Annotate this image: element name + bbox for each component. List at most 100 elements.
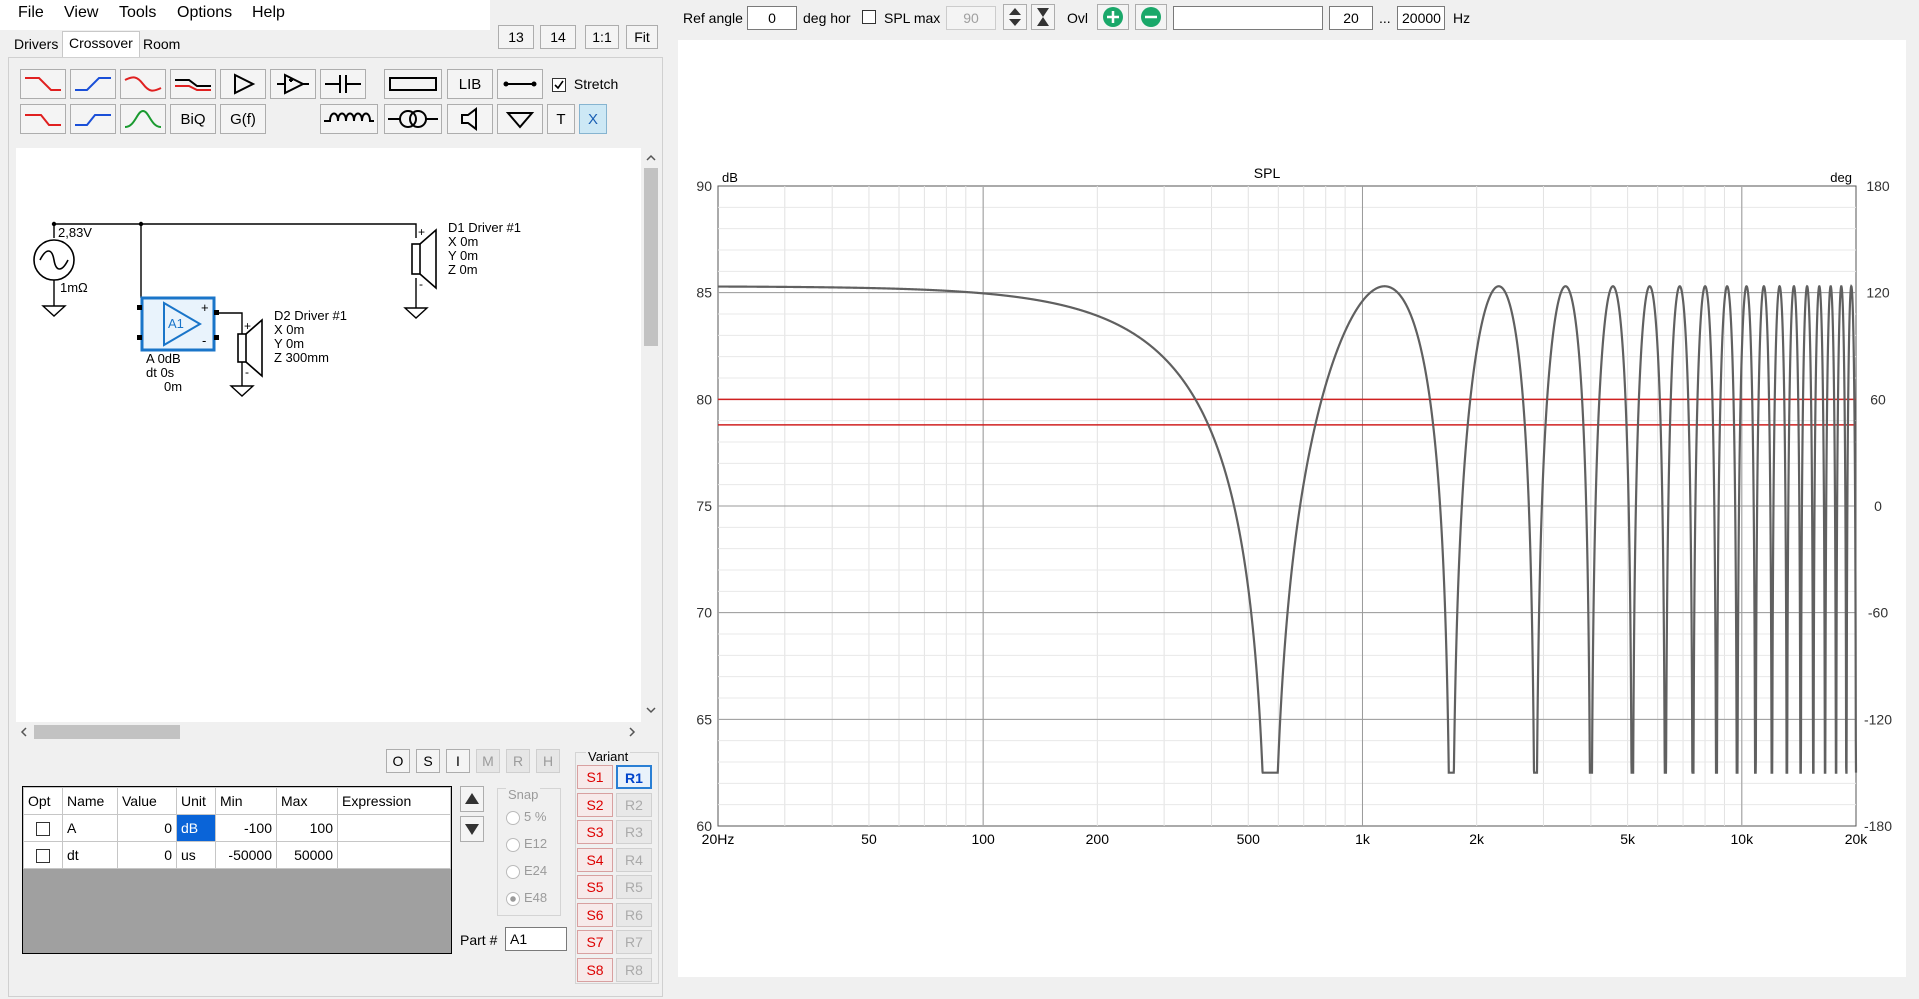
wire-tool-button[interactable] [497, 69, 543, 99]
scroll-up-icon[interactable] [646, 154, 656, 161]
inductor-tool-button[interactable] [320, 104, 378, 134]
schematic-vertical-scrollbar[interactable] [641, 148, 661, 723]
amplifier-tool-button[interactable] [220, 69, 266, 99]
biquad-button[interactable]: BiQ [170, 104, 216, 134]
tab-crossover[interactable]: Crossover [62, 31, 140, 58]
spin-fit-button[interactable] [1031, 4, 1055, 30]
param-value[interactable]: 0 [117, 814, 177, 842]
param-min[interactable]: -100 [215, 814, 277, 842]
variant-s7-button[interactable]: S7 [577, 930, 613, 954]
highpass2-tool-button[interactable] [70, 104, 116, 134]
param-value[interactable]: 0 [117, 841, 177, 869]
variant-s4-button[interactable]: S4 [577, 848, 613, 872]
variant-s3-button[interactable]: S3 [577, 820, 613, 844]
param-max[interactable]: 50000 [276, 841, 338, 869]
snap-option-e24[interactable]: E24 [506, 863, 547, 879]
opt-checkbox[interactable] [36, 822, 50, 837]
move-up-button[interactable] [460, 786, 484, 812]
table-row[interactable]: dt 0 us -50000 50000 [23, 841, 451, 869]
bandpass-tool-button[interactable] [120, 104, 166, 134]
variant-r1-button[interactable]: R1 [616, 765, 652, 789]
variant-s1-button[interactable]: S1 [577, 765, 613, 789]
notch-tool-button[interactable] [170, 69, 216, 99]
capacitor-tool-button[interactable] [320, 69, 366, 99]
stretch-checkbox[interactable]: Stretch [552, 76, 618, 93]
lib-button[interactable]: LIB [447, 69, 493, 99]
highpass-tool-button[interactable] [70, 69, 116, 99]
variant-s2-button[interactable]: S2 [577, 793, 613, 817]
spl-max-input[interactable]: 90 [946, 6, 996, 30]
param-expression[interactable] [337, 841, 451, 869]
voltage-source-icon[interactable] [33, 239, 75, 281]
zoom-1-1-button[interactable]: 1:1 [585, 25, 619, 49]
variant-r3-button[interactable]: R3 [616, 820, 652, 844]
o-button[interactable]: O [386, 749, 410, 773]
variant-r6-button[interactable]: R6 [616, 903, 652, 927]
overlay-name-input[interactable] [1173, 6, 1323, 30]
r-button[interactable]: R [506, 749, 530, 773]
zoom-13-button[interactable]: 13 [498, 25, 534, 49]
param-unit[interactable]: us [176, 841, 216, 869]
driver-tool-button[interactable] [447, 104, 493, 134]
variant-r4-button[interactable]: R4 [616, 848, 652, 872]
schematic-canvas[interactable]: 2,83V 1mΩ A1 + - A 0dB dt 0s 0m + - D1 D… [16, 148, 642, 723]
param-expression[interactable] [337, 814, 451, 842]
param-unit[interactable]: dB [176, 814, 216, 842]
freq-min-input[interactable]: 20 [1329, 6, 1373, 30]
freq-max-input[interactable]: 20000 [1397, 6, 1445, 30]
move-down-button[interactable] [460, 816, 484, 842]
snap-option-5[interactable]: 5 % [506, 809, 546, 825]
spl-graph-panel[interactable]: 20Hz 50 100 200 500 1k 2k 5k 10k 20k 90 85 80 75 70 65 6… [678, 40, 1906, 977]
text-tool-button[interactable]: T [547, 104, 575, 134]
menu-view[interactable]: View [64, 4, 98, 22]
snap-option-e48[interactable]: E48 [506, 890, 547, 906]
lowpass-tool-button[interactable] [20, 69, 66, 99]
m-button[interactable]: M [476, 749, 500, 773]
i-button[interactable]: I [446, 749, 470, 773]
ref-angle-input[interactable]: 0 [747, 6, 797, 30]
lowpass2-tool-button[interactable] [20, 104, 66, 134]
variant-s8-button[interactable]: S8 [577, 958, 613, 982]
table-row[interactable]: A 0 dB -100 100 [23, 814, 451, 842]
inverting-amp-tool-button[interactable] [270, 69, 316, 99]
scroll-left-icon[interactable] [20, 727, 27, 737]
param-max[interactable]: 100 [276, 814, 338, 842]
menu-file[interactable]: File [18, 4, 44, 22]
variant-r8-button[interactable]: R8 [616, 958, 652, 982]
variant-r7-button[interactable]: R7 [616, 930, 652, 954]
add-overlay-button[interactable] [1097, 4, 1129, 30]
snap-option-e12[interactable]: E12 [506, 836, 547, 852]
variant-s5-button[interactable]: S5 [577, 875, 613, 899]
s-button[interactable]: S [416, 749, 440, 773]
scroll-thumb[interactable] [644, 168, 658, 346]
scroll-down-icon[interactable] [646, 707, 656, 714]
scroll-right-icon[interactable] [629, 727, 636, 737]
scroll-thumb[interactable] [34, 725, 180, 739]
part-number-input[interactable]: A1 [505, 927, 567, 951]
x-tool-button[interactable]: X [579, 104, 607, 134]
ground-tool-button[interactable] [497, 104, 543, 134]
menu-tools[interactable]: Tools [119, 4, 156, 22]
menu-options[interactable]: Options [177, 4, 232, 22]
transfer-function-button[interactable]: G(f) [220, 104, 266, 134]
inductor-icon [324, 112, 374, 122]
schematic-horizontal-scrollbar[interactable] [16, 722, 642, 742]
transformer-tool-button[interactable] [384, 104, 442, 134]
zoom-fit-button[interactable]: Fit [626, 25, 658, 49]
h-button[interactable]: H [536, 749, 560, 773]
remove-overlay-button[interactable] [1135, 4, 1167, 30]
variant-r2-button[interactable]: R2 [616, 793, 652, 817]
zoom-14-button[interactable]: 14 [540, 25, 576, 49]
peak-tool-button[interactable] [120, 69, 166, 99]
variant-r5-button[interactable]: R5 [616, 875, 652, 899]
spin-updown-button[interactable] [1003, 4, 1027, 30]
opt-checkbox[interactable] [36, 849, 50, 864]
param-min[interactable]: -50000 [215, 841, 277, 869]
spl-max-checkbox[interactable] [862, 8, 876, 25]
tab-room[interactable]: Room [137, 33, 186, 57]
resistor-tool-button[interactable] [384, 69, 442, 99]
tab-drivers[interactable]: Drivers [8, 33, 64, 57]
menu-help[interactable]: Help [252, 4, 285, 22]
spl-chart[interactable]: 20Hz 50 100 200 500 1k 2k 5k 10k 20k9085807570656… [678, 40, 1906, 977]
variant-s6-button[interactable]: S6 [577, 903, 613, 927]
